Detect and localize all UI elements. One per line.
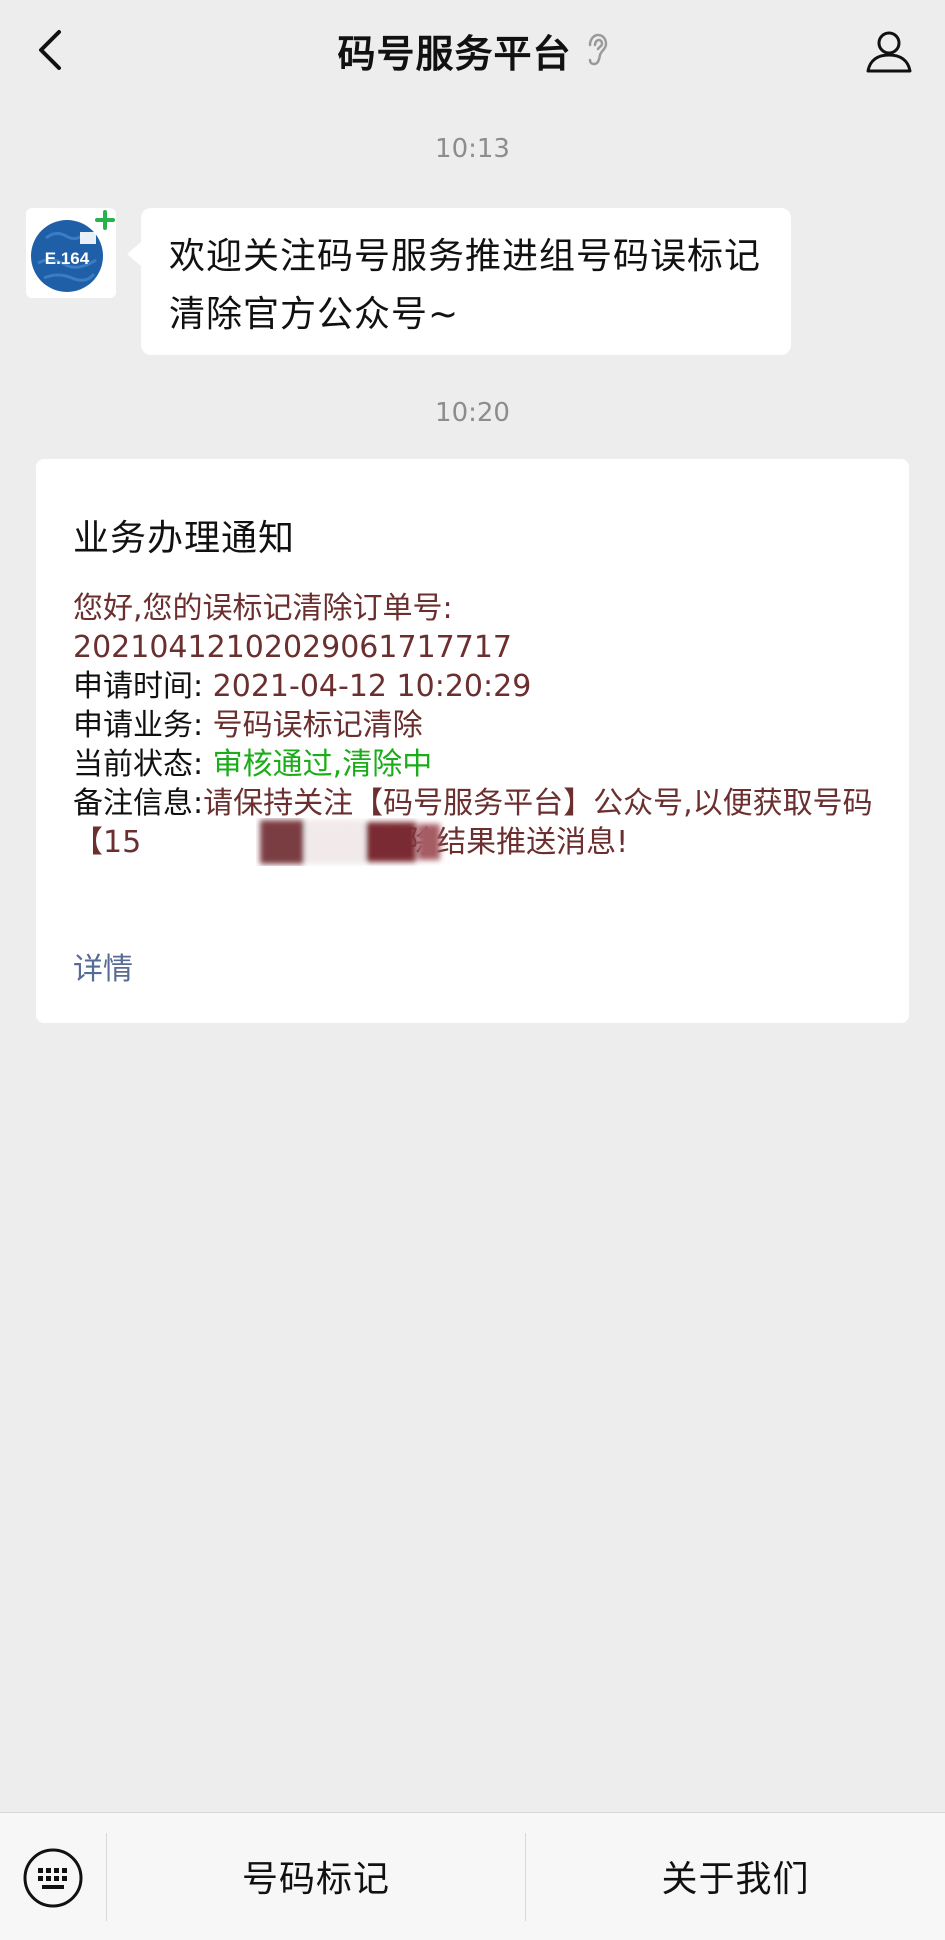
- status-row: 当前状态: 审核通过,清除中: [73, 745, 883, 784]
- page-title: 码号服务平台: [337, 31, 572, 76]
- note-row: 备注信息:请保持关注【码号服务平台】公众号,以便获取号码【15 】清除结果推送消息…: [73, 784, 883, 862]
- avatar[interactable]: E.164: [26, 208, 116, 298]
- apply-time-label: 申请时间:: [73, 669, 204, 704]
- detail-link[interactable]: 详情: [73, 944, 133, 988]
- order-intro: 您好,您的误标记清除订单号:: [73, 591, 453, 626]
- welcome-message-bubble[interactable]: 欢迎关注码号服务推进组号码误标记清除官方公众号~: [127, 208, 791, 355]
- apply-time-value: 2021-04-12 10:20:29: [212, 669, 532, 704]
- order-number: 20210412102029061717717: [73, 630, 512, 665]
- timestamp: 10:20: [435, 398, 510, 428]
- apply-time-row: 申请时间: 2021-04-12 10:20:29: [73, 667, 883, 706]
- bubble-tail: [127, 242, 141, 266]
- title-area: 码号服务平台: [0, 24, 945, 76]
- e164-logo-icon: E.164: [31, 210, 115, 292]
- keyboard-toggle-button[interactable]: [22, 1847, 84, 1909]
- ear-icon: [586, 33, 608, 67]
- service-value: 号码误标记清除: [212, 708, 423, 743]
- welcome-message-text: 欢迎关注码号服务推进组号码误标记清除官方公众号~: [169, 236, 762, 335]
- notification-card[interactable]: 业务办理通知 您好,您的误标记清除订单号: 202104121020290617…: [36, 459, 909, 1023]
- service-label: 申请业务:: [73, 708, 204, 743]
- timestamp: 10:13: [435, 134, 510, 164]
- service-row: 申请业务: 号码误标记清除: [73, 706, 883, 745]
- profile-button[interactable]: [859, 22, 919, 82]
- note-label: 备注信息:: [73, 786, 204, 821]
- card-body: 您好,您的误标记清除订单号: 20210412102029061717717 申…: [73, 589, 883, 862]
- status-label: 当前状态:: [73, 747, 204, 782]
- avatar-label: E.164: [45, 249, 90, 268]
- keyboard-icon: [23, 1848, 83, 1908]
- status-value: 审核通过,清除中: [212, 747, 433, 782]
- redaction-mask: [260, 820, 440, 864]
- menu-item-number-mark[interactable]: 号码标记: [107, 1843, 525, 1909]
- card-title: 业务办理通知: [73, 518, 296, 559]
- top-bar: 码号服务平台: [0, 0, 945, 100]
- menu-item-about-us[interactable]: 关于我们: [526, 1843, 945, 1909]
- bottom-menu-bar: 号码标记 关于我们: [0, 1812, 945, 1940]
- person-icon: [866, 31, 912, 73]
